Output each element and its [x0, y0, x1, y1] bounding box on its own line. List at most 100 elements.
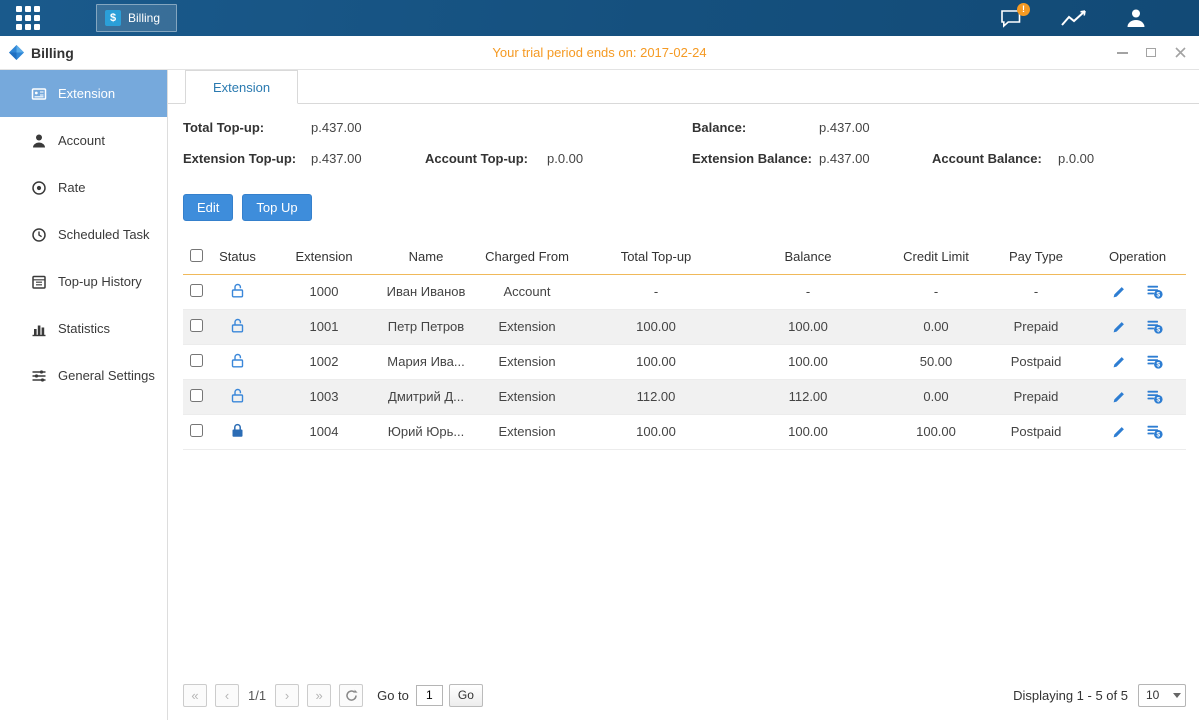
column-header-credit-limit: Credit Limit — [889, 240, 983, 274]
sidebar: Extension Account Rate Scheduled Task — [0, 70, 168, 720]
table-row: 1001 Петр Петров Extension 100.00 100.00… — [183, 309, 1186, 344]
row-checkbox[interactable] — [190, 284, 203, 297]
page-size-select[interactable]: 10 — [1138, 684, 1186, 707]
apps-grid-icon[interactable] — [16, 6, 40, 30]
column-header-balance: Balance — [727, 240, 889, 274]
summary-label: Balance: — [692, 119, 819, 137]
last-page-button[interactable]: » — [307, 684, 331, 707]
bar-chart-icon — [31, 321, 47, 337]
top-up-money-icon[interactable]: $ — [1147, 285, 1163, 299]
column-header-operation: Operation — [1089, 240, 1186, 274]
table-row: 1000 Иван Иванов Account - - - - $ — [183, 274, 1186, 309]
titlebar: Billing Your trial period ends on: 2017-… — [0, 36, 1199, 70]
locked-icon[interactable] — [231, 423, 244, 438]
cell-balance: 100.00 — [727, 344, 889, 379]
table-header-row: Status Extension Name Charged From Total… — [183, 240, 1186, 274]
cell-charged-from: Extension — [469, 344, 585, 379]
user-account-icon[interactable] — [1125, 8, 1147, 28]
go-button[interactable]: Go — [449, 684, 483, 707]
refresh-icon[interactable] — [339, 684, 363, 707]
pagination-bar: « ‹ 1/1 › » Go to Go Displaying 1 - 5 of… — [183, 680, 1186, 710]
page-size-value: 10 — [1139, 688, 1169, 702]
sidebar-item-scheduled-task[interactable]: Scheduled Task — [0, 211, 167, 258]
goto-page-input[interactable] — [416, 685, 443, 706]
rate-icon — [31, 180, 47, 196]
summary-label: Extension Balance: — [692, 150, 819, 168]
cell-name: Мария Ива... — [383, 344, 469, 379]
svg-text:$: $ — [1156, 327, 1160, 334]
unlocked-icon[interactable] — [231, 353, 244, 368]
top-up-money-icon[interactable]: $ — [1147, 425, 1163, 439]
sidebar-item-general-settings[interactable]: General Settings — [0, 352, 167, 399]
edit-button[interactable]: Edit — [183, 194, 233, 221]
notification-badge: ! — [1017, 3, 1030, 16]
dollar-icon: $ — [105, 10, 121, 26]
account-icon — [31, 133, 47, 149]
unlocked-icon[interactable] — [231, 283, 244, 298]
history-calendar-icon — [31, 274, 47, 290]
row-checkbox[interactable] — [190, 319, 203, 332]
unlocked-icon[interactable] — [231, 318, 244, 333]
top-up-money-icon[interactable]: $ — [1147, 320, 1163, 334]
next-page-button[interactable]: › — [275, 684, 299, 707]
row-checkbox[interactable] — [190, 389, 203, 402]
tabstrip: Extension — [168, 70, 1199, 104]
cell-charged-from: Extension — [469, 379, 585, 414]
table-row: 1002 Мария Ива... Extension 100.00 100.0… — [183, 344, 1186, 379]
cell-total-topup: 112.00 — [585, 379, 727, 414]
prev-page-button[interactable]: ‹ — [215, 684, 239, 707]
tab-extension[interactable]: Extension — [185, 70, 298, 104]
summary-label: Total Top-up: — [183, 119, 311, 137]
cell-extension: 1002 — [265, 344, 383, 379]
cell-pay-type: - — [983, 274, 1089, 309]
sidebar-item-rate[interactable]: Rate — [0, 164, 167, 211]
row-checkbox[interactable] — [190, 354, 203, 367]
sidebar-item-account[interactable]: Account — [0, 117, 167, 164]
top-up-money-icon[interactable]: $ — [1147, 355, 1163, 369]
cell-pay-type: Postpaid — [983, 344, 1089, 379]
edit-pencil-icon[interactable] — [1112, 391, 1125, 404]
edit-pencil-icon[interactable] — [1112, 321, 1125, 334]
svg-text:$: $ — [1156, 397, 1160, 404]
topbar: $ Billing ! — [0, 0, 1199, 36]
svg-text:$: $ — [1156, 292, 1160, 299]
summary-value: p.0.00 — [1058, 150, 1186, 168]
cell-balance: 100.00 — [727, 414, 889, 449]
window-title: Billing — [31, 45, 74, 61]
billing-app-tab[interactable]: $ Billing — [96, 4, 177, 32]
select-all-checkbox[interactable] — [190, 249, 203, 262]
edit-pencil-icon[interactable] — [1112, 286, 1125, 299]
cell-extension: 1003 — [265, 379, 383, 414]
maximize-button[interactable] — [1144, 46, 1158, 60]
cell-balance: 100.00 — [727, 309, 889, 344]
unlocked-icon[interactable] — [231, 388, 244, 403]
minimize-button[interactable] — [1115, 46, 1129, 60]
cell-name: Иван Иванов — [383, 274, 469, 309]
sidebar-item-topup-history[interactable]: Top-up History — [0, 258, 167, 305]
cell-charged-from: Account — [469, 274, 585, 309]
first-page-button[interactable]: « — [183, 684, 207, 707]
extension-icon — [31, 86, 47, 102]
top-up-button[interactable]: Top Up — [242, 194, 311, 221]
row-checkbox[interactable] — [190, 424, 203, 437]
top-up-money-icon[interactable]: $ — [1147, 390, 1163, 404]
table-row: 1004 Юрий Юрь... Extension 100.00 100.00… — [183, 414, 1186, 449]
page-indicator: 1/1 — [248, 688, 266, 703]
cell-balance: 112.00 — [727, 379, 889, 414]
statistics-chart-icon[interactable] — [1061, 9, 1087, 27]
cell-name: Дмитрий Д... — [383, 379, 469, 414]
close-button[interactable] — [1173, 46, 1187, 60]
sidebar-item-extension[interactable]: Extension — [0, 70, 167, 117]
edit-pencil-icon[interactable] — [1112, 426, 1125, 439]
sidebar-item-statistics[interactable]: Statistics — [0, 305, 167, 352]
cell-name: Юрий Юрь... — [383, 414, 469, 449]
cell-credit-limit: 0.00 — [889, 309, 983, 344]
table-row: 1003 Дмитрий Д... Extension 112.00 112.0… — [183, 379, 1186, 414]
notifications-icon[interactable]: ! — [1000, 9, 1023, 28]
column-header-extension: Extension — [265, 240, 383, 274]
cell-credit-limit: 100.00 — [889, 414, 983, 449]
summary-label: Extension Top-up: — [183, 150, 311, 168]
cell-total-topup: 100.00 — [585, 344, 727, 379]
cell-extension: 1000 — [265, 274, 383, 309]
edit-pencil-icon[interactable] — [1112, 356, 1125, 369]
